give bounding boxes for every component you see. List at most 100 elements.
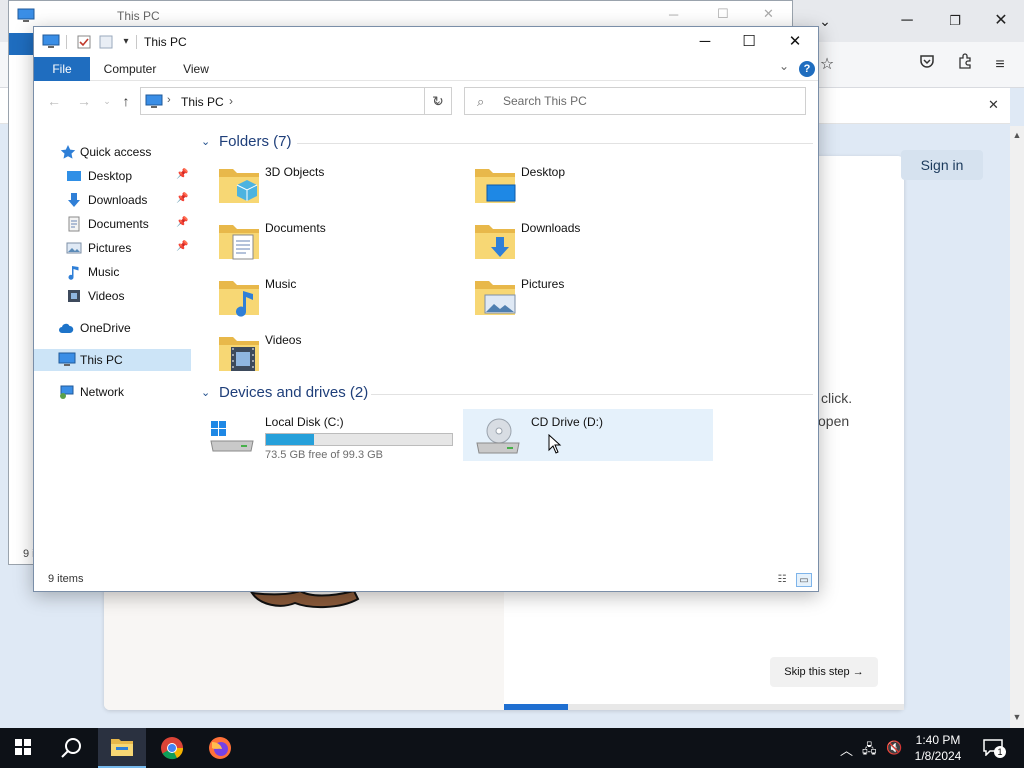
desktop-icon xyxy=(67,171,81,181)
sidebar-item-quick-access[interactable]: Quick access xyxy=(34,141,191,163)
ribbon-tabs: File Computer View ⌄ ? xyxy=(34,57,818,81)
menu-icon[interactable]: ≡ xyxy=(987,52,1013,78)
cloud-icon xyxy=(59,323,74,333)
search-input[interactable] xyxy=(503,92,793,110)
breadcrumb-chevron-icon[interactable]: › xyxy=(229,94,233,108)
sidebar-item-pictures[interactable]: Pictures 📌 xyxy=(34,237,191,259)
drive-name: CD Drive (D:) xyxy=(531,415,603,429)
folder-documents[interactable]: Documents xyxy=(197,217,447,267)
expand-ribbon-chevron-icon[interactable]: ⌄ xyxy=(779,59,789,73)
sidebar-item-network[interactable]: Network xyxy=(34,381,191,403)
navigation-bar: ← → ⌄ ↑ › This PC › ⌄ ↻ ⌕ xyxy=(34,83,818,119)
large-icons-view-icon[interactable]: ▭ xyxy=(796,573,812,587)
pin-icon[interactable]: 📌 xyxy=(176,217,188,228)
volume-muted-icon[interactable]: 🔇 xyxy=(886,740,902,756)
folder-3d-objects[interactable]: 3D Objects xyxy=(197,161,447,211)
folder-desktop[interactable]: Desktop xyxy=(453,161,703,211)
close-button[interactable]: ✕ xyxy=(772,27,818,57)
tab-view[interactable]: View xyxy=(174,57,218,81)
taskbar-file-explorer[interactable] xyxy=(98,728,146,768)
minimize-button[interactable]: ─ xyxy=(682,27,728,57)
windows-start-icon xyxy=(15,739,31,755)
title-bar[interactable]: ▾ This PC ─ ☐ ✕ xyxy=(34,27,818,57)
pin-icon[interactable]: 📌 xyxy=(176,193,188,204)
sign-in-button[interactable]: Sign in xyxy=(901,150,983,180)
sidebar-item-documents[interactable]: Documents 📌 xyxy=(34,213,191,235)
tab-file[interactable]: File xyxy=(34,57,90,81)
qat-divider xyxy=(66,35,67,49)
folder-downloads[interactable]: Downloads xyxy=(453,217,703,267)
file-explorer-icon xyxy=(111,739,133,756)
help-button[interactable]: ? xyxy=(799,61,815,77)
sidebar-item-downloads[interactable]: Downloads 📌 xyxy=(34,189,191,211)
background-maximize-icon[interactable]: ☐ xyxy=(717,6,729,22)
system-clock[interactable]: 1:40 PM 1/8/2024 xyxy=(906,732,970,764)
collapse-chevron-icon[interactable]: ⌄ xyxy=(201,386,210,399)
local-disk-icon xyxy=(210,421,254,452)
taskbar-chrome[interactable] xyxy=(148,728,196,768)
sidebar-item-music[interactable]: Music xyxy=(34,261,191,283)
sidebar-item-onedrive[interactable]: OneDrive xyxy=(34,317,191,339)
group-divider xyxy=(371,394,813,395)
refresh-button[interactable]: ↻ xyxy=(424,87,452,115)
background-close-icon[interactable]: ✕ xyxy=(763,6,774,22)
breadcrumb-separator-icon[interactable]: › xyxy=(167,94,171,106)
close-notification-icon[interactable]: ✕ xyxy=(988,97,999,113)
sidebar-item-this-pc[interactable]: This PC xyxy=(34,349,191,371)
maximize-button[interactable]: ☐ xyxy=(726,27,772,57)
sidebar-item-label: Music xyxy=(88,265,120,279)
drives-group-header[interactable]: ⌄ Devices and drives (2) xyxy=(201,384,813,404)
page-scrollbar[interactable]: ▲ ▼ xyxy=(1010,126,1024,728)
collapse-chevron-icon[interactable]: ⌄ xyxy=(201,135,210,148)
network-icon xyxy=(60,385,74,399)
search-box[interactable]: ⌕ xyxy=(464,87,806,115)
folder-videos[interactable]: Videos xyxy=(197,329,447,379)
folder-music[interactable]: Music xyxy=(197,273,447,323)
taskbar: ︿ 🖧 🔇 1:40 PM 1/8/2024 1 xyxy=(0,728,1024,768)
up-button[interactable]: ↑ xyxy=(116,91,136,111)
recent-locations-chevron-icon[interactable]: ⌄ xyxy=(102,91,112,111)
taskbar-firefox[interactable] xyxy=(196,728,244,768)
pocket-icon[interactable] xyxy=(914,52,940,78)
show-hidden-icons-chevron-icon[interactable]: ︿ xyxy=(840,740,853,759)
address-bar[interactable]: › This PC › ⌄ xyxy=(140,87,452,115)
content-area: ⌄ Folders (7) 3D Objects Desktop Documen… xyxy=(197,127,817,565)
skip-step-button[interactable]: Skip this step → xyxy=(770,657,878,687)
computer-icon xyxy=(17,8,35,22)
new-folder-icon[interactable] xyxy=(98,34,114,50)
start-button[interactable] xyxy=(0,728,48,768)
taskbar-search-button[interactable] xyxy=(48,728,96,768)
breadcrumb[interactable]: This PC xyxy=(181,95,224,109)
properties-icon[interactable] xyxy=(76,34,92,50)
sidebar-item-label: Network xyxy=(80,385,125,399)
network-status-icon[interactable]: 🖧 xyxy=(862,740,877,762)
pin-icon[interactable]: 📌 xyxy=(176,241,188,252)
folder-name: Documents xyxy=(265,221,326,235)
folder-name: Pictures xyxy=(521,277,565,291)
sidebar-item-videos[interactable]: Videos xyxy=(34,285,191,307)
pin-icon[interactable]: 📌 xyxy=(176,169,188,180)
folder-pictures[interactable]: Pictures xyxy=(453,273,703,323)
drive-cd-drive-d[interactable]: CD Drive (D:) xyxy=(463,409,713,461)
browser-close-button[interactable]: ✕ xyxy=(978,0,1024,42)
folders-group-header[interactable]: ⌄ Folders (7) xyxy=(201,133,813,153)
window-title: This PC xyxy=(144,35,187,49)
tab-computer[interactable]: Computer xyxy=(98,57,162,81)
customize-qat-chevron-icon[interactable]: ▾ xyxy=(118,34,134,50)
forward-button[interactable]: → xyxy=(74,91,94,111)
music-folder-icon xyxy=(219,281,259,317)
back-button[interactable]: ← xyxy=(44,91,64,111)
details-view-icon[interactable]: ☷ xyxy=(774,573,790,587)
browser-restore-button[interactable]: ❐ xyxy=(932,0,978,42)
drive-local-disk-c[interactable]: Local Disk (C:) 73.5 GB free of 99.3 GB xyxy=(197,409,453,461)
onboarding-progress xyxy=(504,704,904,710)
background-minimize-icon[interactable]: ─ xyxy=(669,7,678,22)
sidebar-item-desktop[interactable]: Desktop 📌 xyxy=(34,165,191,187)
action-center-button[interactable]: 1 xyxy=(982,738,1006,758)
scroll-up-icon[interactable]: ▲ xyxy=(1012,130,1022,140)
scroll-down-icon[interactable]: ▼ xyxy=(1012,712,1022,722)
extensions-icon[interactable] xyxy=(952,52,978,78)
computer-icon xyxy=(145,94,163,108)
item-count: 9 items xyxy=(48,573,84,585)
browser-minimize-button[interactable]: ─ xyxy=(884,0,930,42)
